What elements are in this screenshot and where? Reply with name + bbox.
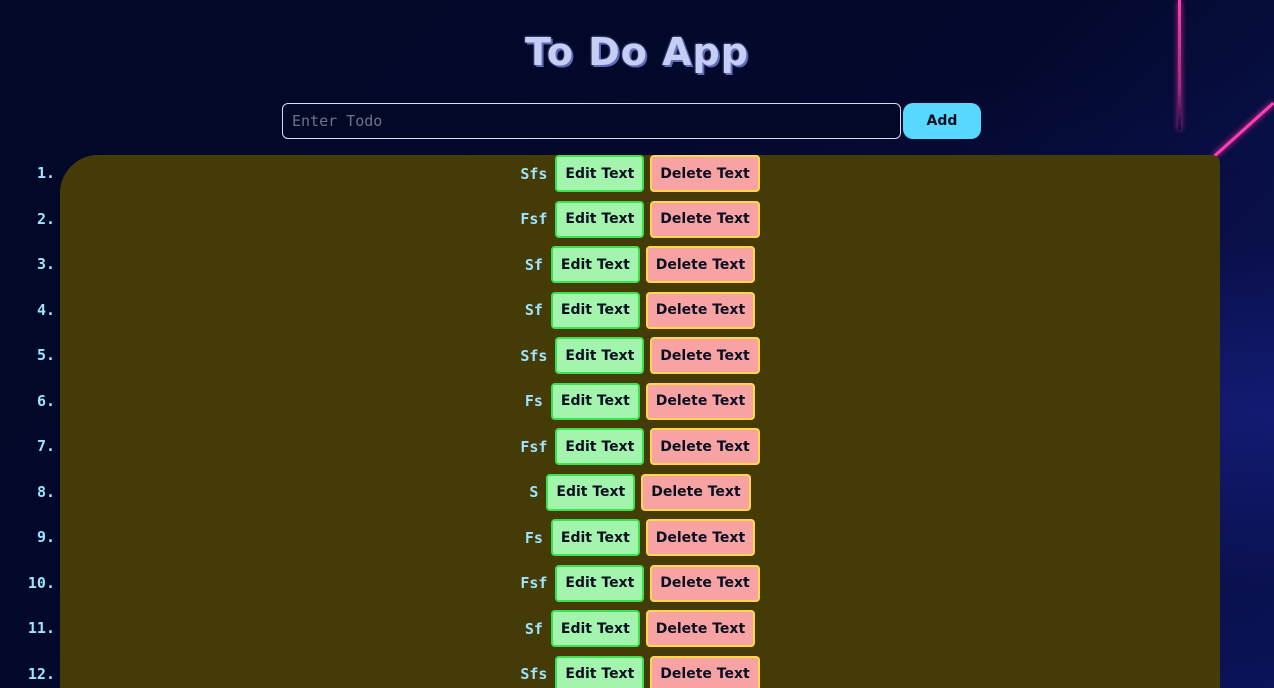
add-button[interactable]: Add <box>903 103 981 139</box>
edit-text-button[interactable]: Edit Text <box>550 291 640 329</box>
todo-item-content: Fsf Edit Text Delete Text <box>0 200 1274 238</box>
todo-item-text: Fs <box>524 528 543 547</box>
todo-item-content: Sfs Edit Text Delete Text <box>0 655 1274 688</box>
todo-item-content: Sfs Edit Text Delete Text <box>0 337 1274 374</box>
todo-list-item: 10. Fsf Edit Text Delete Text <box>0 564 1274 611</box>
todo-item-content: Fs Edit Text Delete Text <box>0 519 1274 556</box>
delete-text-button[interactable]: Delete Text <box>650 200 760 238</box>
todo-item-content: Sfs Edit Text Delete Text <box>0 155 1274 192</box>
delete-text-button[interactable]: Delete Text <box>650 564 760 602</box>
edit-text-button[interactable]: Edit Text <box>550 610 640 647</box>
delete-text-button[interactable]: Delete Text <box>650 337 760 374</box>
todo-list-item: 6. Fs Edit Text Delete Text <box>0 382 1274 429</box>
delete-text-button[interactable]: Delete Text <box>645 246 756 283</box>
todo-item-content: Fsf Edit Text Delete Text <box>0 564 1274 602</box>
todo-item-text: Sfs <box>520 346 548 365</box>
todo-item-text: Fsf <box>520 437 548 456</box>
todo-list-item: 1. Sfs Edit Text Delete Text <box>0 155 1274 201</box>
todo-list: 1. Sfs Edit Text Delete Text 2. Fsf Edit Text D… <box>0 155 1274 688</box>
edit-text-button[interactable]: Edit Text <box>555 155 645 192</box>
todo-item-text: S <box>529 483 539 501</box>
todo-list-item: 11. Sf Edit Text Delete Text <box>0 610 1274 656</box>
delete-text-button[interactable]: Delete Text <box>650 655 760 688</box>
todo-item-text: Fsf <box>520 574 548 592</box>
todo-item-content: Sf Edit Text Delete Text <box>0 246 1274 283</box>
delete-text-button[interactable]: Delete Text <box>645 382 756 420</box>
todo-item-text: Sf <box>524 255 543 274</box>
todo-item-text: Sfs <box>520 665 548 683</box>
edit-text-button[interactable]: Edit Text <box>555 337 645 374</box>
page-title: To Do App <box>525 30 749 74</box>
delete-text-button[interactable]: Delete Text <box>645 291 756 329</box>
edit-text-button[interactable]: Edit Text <box>555 655 645 688</box>
delete-text-button[interactable]: Delete Text <box>650 428 760 465</box>
todo-item-text: Sfs <box>520 164 548 183</box>
delete-text-button[interactable]: Delete Text <box>650 155 760 192</box>
todo-list-item: 8. S Edit Text Delete Text <box>0 473 1274 520</box>
delete-text-button[interactable]: Delete Text <box>645 519 756 556</box>
todo-item-text: Sf <box>524 301 543 319</box>
todo-item-content: Fsf Edit Text Delete Text <box>0 428 1274 465</box>
todo-input-row: Add <box>282 103 981 139</box>
edit-text-button[interactable]: Edit Text <box>550 519 640 556</box>
todo-input[interactable] <box>282 103 901 139</box>
delete-text-button[interactable]: Delete Text <box>645 610 756 647</box>
delete-text-button[interactable]: Delete Text <box>641 473 751 511</box>
todo-list-item: 12. Sfs Edit Text Delete Text <box>0 655 1274 688</box>
edit-text-button[interactable]: Edit Text <box>550 382 640 420</box>
edit-text-button[interactable]: Edit Text <box>550 246 640 283</box>
todo-list-item: 3. Sf Edit Text Delete Text <box>0 246 1274 292</box>
edit-text-button[interactable]: Edit Text <box>555 564 645 602</box>
todo-item-content: Fs Edit Text Delete Text <box>0 382 1274 420</box>
todo-item-text: Fs <box>524 392 543 410</box>
todo-list-item: 5. Sfs Edit Text Delete Text <box>0 337 1274 383</box>
edit-text-button[interactable]: Edit Text <box>546 473 636 511</box>
todo-item-text: Sf <box>524 619 543 638</box>
todo-list-item: 2. Fsf Edit Text Delete Text <box>0 200 1274 247</box>
todo-item-content: Sf Edit Text Delete Text <box>0 610 1274 647</box>
todo-list-item: 4. Sf Edit Text Delete Text <box>0 291 1274 338</box>
todo-item-text: Fsf <box>520 210 548 228</box>
todo-list-item: 9. Fs Edit Text Delete Text <box>0 519 1274 565</box>
todo-item-content: S Edit Text Delete Text <box>0 473 1274 511</box>
todo-list-item: 7. Fsf Edit Text Delete Text <box>0 428 1274 474</box>
todo-item-content: Sf Edit Text Delete Text <box>0 291 1274 329</box>
edit-text-button[interactable]: Edit Text <box>555 428 645 465</box>
edit-text-button[interactable]: Edit Text <box>555 200 645 238</box>
